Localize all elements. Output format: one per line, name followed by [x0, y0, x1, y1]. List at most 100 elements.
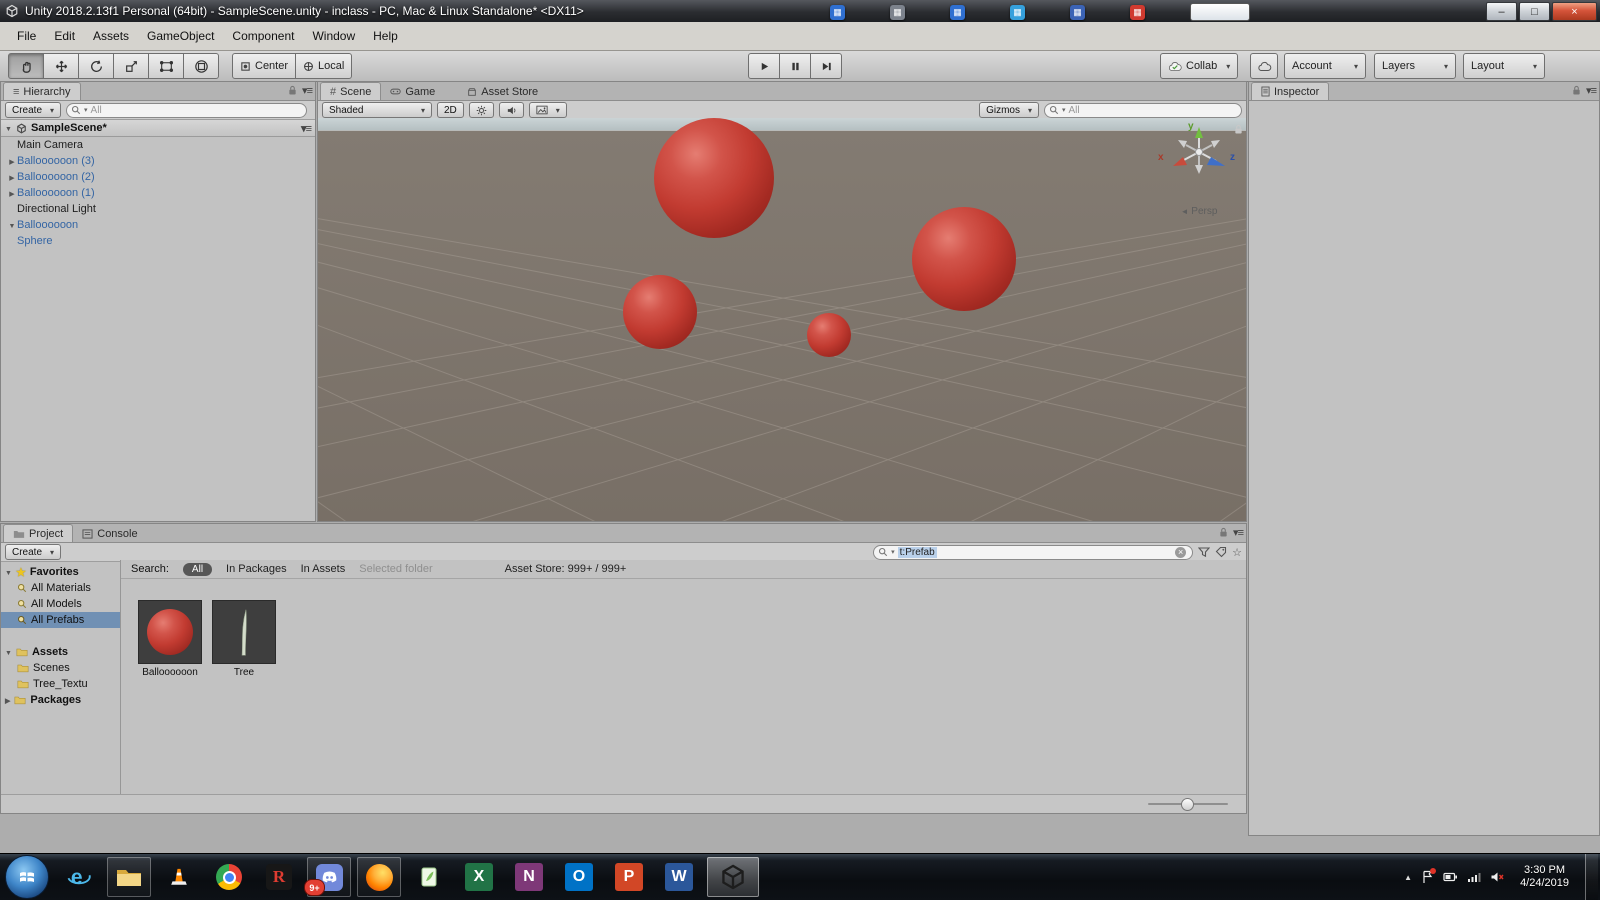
- pinned-icon[interactable]: ▦: [890, 5, 905, 20]
- tree-assets[interactable]: Assets: [1, 644, 120, 660]
- project-create-button[interactable]: Create: [5, 544, 61, 560]
- balloon-sphere-right[interactable]: [912, 207, 1016, 311]
- maximize-button[interactable]: □: [1519, 2, 1550, 21]
- taskbar-firefox[interactable]: [357, 857, 401, 897]
- taskbar-onenote[interactable]: N: [507, 857, 551, 897]
- balloon-sphere-mid[interactable]: [623, 275, 697, 349]
- scene-orientation-gizmo[interactable]: y x z: [1166, 124, 1232, 180]
- taskbar-powerpoint[interactable]: P: [607, 857, 651, 897]
- hierarchy-create-button[interactable]: Create: [5, 102, 61, 118]
- collab-button[interactable]: Collab: [1160, 53, 1238, 79]
- tab-hierarchy[interactable]: ≡ Hierarchy: [3, 82, 81, 100]
- tree-all-models[interactable]: All Models: [1, 596, 120, 612]
- zoom-slider-knob[interactable]: [1181, 798, 1194, 811]
- clear-search-icon[interactable]: ×: [1175, 547, 1186, 558]
- scene-search-input[interactable]: ▾ All: [1044, 103, 1242, 118]
- foldout-icon[interactable]: [7, 187, 17, 199]
- menu-edit[interactable]: Edit: [45, 26, 84, 46]
- draw-mode-dropdown[interactable]: Shaded: [322, 102, 432, 118]
- foldout-icon[interactable]: [7, 155, 17, 167]
- account-dropdown[interactable]: Account: [1284, 53, 1366, 79]
- hierarchy-item-sphere[interactable]: Sphere: [1, 233, 315, 249]
- tab-inspector[interactable]: Inspector: [1251, 82, 1329, 100]
- lock-icon[interactable]: [288, 85, 297, 96]
- hierarchy-search-input[interactable]: ▾ All: [66, 103, 307, 118]
- foldout-icon[interactable]: [5, 566, 12, 578]
- rect-tool-button[interactable]: [148, 53, 184, 79]
- foldout-icon[interactable]: [5, 122, 12, 134]
- pinned-icon[interactable]: ▦: [1130, 5, 1145, 20]
- tree-favorites[interactable]: ★ Favorites: [1, 564, 120, 580]
- tab-game[interactable]: Game: [381, 83, 444, 100]
- menu-window[interactable]: Window: [303, 26, 364, 46]
- space-toggle-button[interactable]: Local: [295, 53, 352, 79]
- transform-tool-button[interactable]: [183, 53, 219, 79]
- panel-menu-icon[interactable]: ▾≡: [302, 84, 312, 97]
- tree-scenes[interactable]: Scenes: [1, 660, 120, 676]
- taskbar-file-explorer[interactable]: [107, 857, 151, 897]
- foldout-icon[interactable]: [5, 694, 10, 706]
- hierarchy-scene-header[interactable]: SampleScene* ▾≡: [1, 120, 315, 137]
- tab-scene[interactable]: # Scene: [320, 82, 381, 100]
- taskbar-chrome[interactable]: [207, 857, 251, 897]
- show-desktop-button[interactable]: [1585, 854, 1598, 900]
- taskbar-clock[interactable]: 3:30 PM 4/24/2019: [1520, 864, 1569, 890]
- scope-all[interactable]: All: [183, 563, 212, 576]
- hand-tool-button[interactable]: [8, 53, 44, 79]
- taskbar-discord[interactable]: 9+: [307, 857, 351, 897]
- lighting-toggle-button[interactable]: [469, 102, 494, 118]
- axis-x-label[interactable]: x: [1158, 152, 1164, 163]
- move-tool-button[interactable]: [43, 53, 79, 79]
- step-button[interactable]: [810, 53, 842, 79]
- hierarchy-item-balloon-2[interactable]: Balloooooon (2): [1, 169, 315, 185]
- tab-asset-store[interactable]: Asset Store: [458, 83, 547, 100]
- power-battery-icon[interactable]: [1443, 872, 1458, 882]
- scene-viewport[interactable]: y x z ◄ Persp: [318, 118, 1246, 521]
- axis-z-label[interactable]: z: [1230, 152, 1235, 163]
- pinned-icon[interactable]: ▦: [1070, 5, 1085, 20]
- close-button[interactable]: ×: [1552, 2, 1597, 21]
- effects-dropdown[interactable]: [529, 102, 567, 118]
- foldout-icon[interactable]: [7, 171, 17, 183]
- scope-in-packages[interactable]: In Packages: [226, 563, 287, 575]
- balloon-sphere-small[interactable]: [807, 313, 851, 357]
- tray-expand-icon[interactable]: ▲: [1404, 873, 1412, 882]
- hierarchy-item-balloon-3[interactable]: Balloooooon (3): [1, 153, 315, 169]
- hierarchy-item-main-camera[interactable]: Main Camera: [1, 137, 315, 153]
- play-button[interactable]: [748, 53, 780, 79]
- pinned-pill[interactable]: [1190, 3, 1250, 21]
- 2d-toggle-button[interactable]: 2D: [437, 102, 464, 118]
- taskbar-excel[interactable]: X: [457, 857, 501, 897]
- tree-tree-textures[interactable]: Tree_Textu: [1, 676, 120, 692]
- tree-all-prefabs[interactable]: All Prefabs: [1, 612, 120, 628]
- pinned-icon[interactable]: ▦: [950, 5, 965, 20]
- pivot-toggle-button[interactable]: Center: [232, 53, 296, 79]
- tab-project[interactable]: Project: [3, 524, 73, 542]
- search-by-label-icon[interactable]: [1215, 546, 1227, 558]
- menu-assets[interactable]: Assets: [84, 26, 138, 46]
- menu-gameobject[interactable]: GameObject: [138, 26, 223, 46]
- tree-all-materials[interactable]: All Materials: [1, 580, 120, 596]
- menu-file[interactable]: File: [8, 26, 45, 46]
- scope-in-assets[interactable]: In Assets: [301, 563, 346, 575]
- rotate-tool-button[interactable]: [78, 53, 114, 79]
- layout-dropdown[interactable]: Layout: [1463, 53, 1545, 79]
- balloon-sphere-large[interactable]: [654, 118, 774, 238]
- taskbar-notes-app[interactable]: [407, 857, 451, 897]
- pinned-icon[interactable]: ▦: [1010, 5, 1025, 20]
- tree-packages[interactable]: Packages: [1, 692, 120, 708]
- scene-menu-icon[interactable]: ▾≡: [301, 122, 311, 135]
- asset-item-balloon[interactable]: Balloooooon: [137, 600, 203, 678]
- axis-y-label[interactable]: y: [1188, 121, 1194, 132]
- menu-help[interactable]: Help: [364, 26, 407, 46]
- gizmo-lock-icon[interactable]: [1234, 124, 1243, 135]
- pinned-icon[interactable]: ▦: [830, 5, 845, 20]
- saved-search-star-icon[interactable]: ☆: [1232, 546, 1242, 559]
- scope-selected-folder[interactable]: Selected folder: [359, 563, 432, 575]
- start-button[interactable]: [3, 857, 51, 897]
- project-search-input[interactable]: ▾ t:Prefab ×: [873, 545, 1193, 560]
- gizmos-dropdown[interactable]: Gizmos: [979, 102, 1039, 118]
- taskbar-word[interactable]: W: [657, 857, 701, 897]
- scale-tool-button[interactable]: [113, 53, 149, 79]
- lock-icon[interactable]: [1572, 85, 1581, 96]
